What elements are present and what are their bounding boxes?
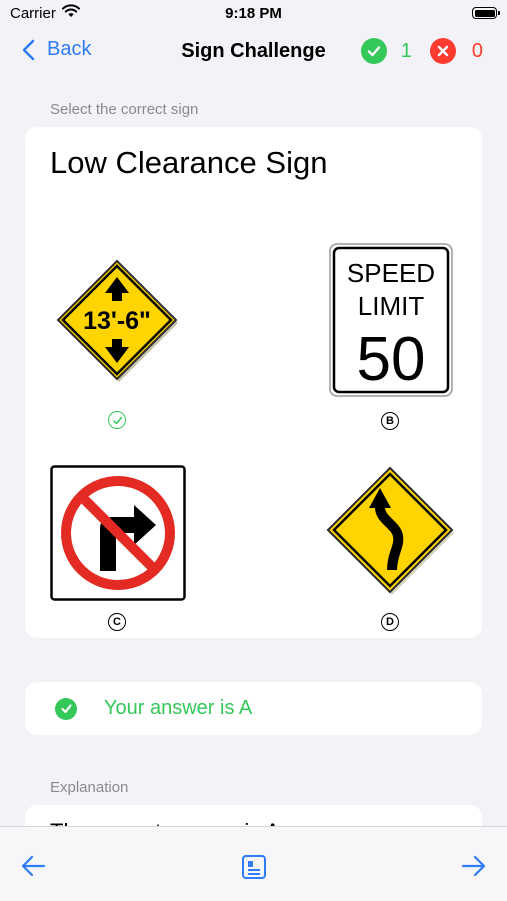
low-clearance-sign-icon: 13'-6" bbox=[56, 259, 178, 382]
navigation-bar: Back Sign Challenge 1 0 bbox=[0, 30, 507, 76]
question-title: Low Clearance Sign bbox=[50, 145, 328, 180]
option-c-no-right-turn-sign[interactable] bbox=[50, 465, 186, 606]
wrong-count: 0 bbox=[471, 39, 483, 62]
option-a-low-clearance-sign[interactable]: 13'-6" bbox=[52, 257, 182, 392]
speed-sign-line1: SPEED bbox=[347, 258, 435, 288]
option-d-marker[interactable]: D bbox=[381, 613, 399, 631]
battery-icon bbox=[472, 7, 500, 19]
correct-count: 1 bbox=[400, 39, 412, 62]
status-bar: Carrier 9:18 PM bbox=[0, 0, 507, 28]
question-card: Low Clearance Sign 13'-6" SPEED LIMIT 50… bbox=[25, 127, 482, 638]
option-c-marker[interactable]: C bbox=[108, 613, 126, 631]
check-icon bbox=[112, 416, 122, 424]
speed-sign-line2: LIMIT bbox=[358, 291, 425, 321]
previous-button[interactable] bbox=[20, 855, 46, 882]
explanation-section-label: Explanation bbox=[50, 779, 129, 796]
status-time: 9:18 PM bbox=[225, 5, 282, 22]
flashcard-icon bbox=[242, 855, 266, 879]
option-b-marker[interactable]: B bbox=[381, 412, 399, 430]
speed-limit-sign-icon: SPEED LIMIT 50 bbox=[329, 243, 453, 397]
correct-icon bbox=[360, 38, 387, 64]
chevron-left-icon bbox=[22, 39, 35, 60]
next-button[interactable] bbox=[461, 855, 487, 882]
low-clearance-sign-text: 13'-6" bbox=[83, 307, 151, 335]
answer-card: Your answer is A bbox=[25, 682, 482, 735]
question-section-label: Select the correct sign bbox=[50, 101, 199, 118]
no-right-turn-sign-icon bbox=[50, 465, 186, 601]
back-label: Back bbox=[47, 38, 92, 60]
option-b-speed-limit-sign[interactable]: SPEED LIMIT 50 bbox=[329, 243, 453, 402]
back-button[interactable]: Back bbox=[22, 38, 91, 61]
answer-text: Your answer is A bbox=[104, 697, 253, 719]
answer-correct-icon bbox=[55, 697, 77, 720]
option-a-correct-marker[interactable] bbox=[108, 411, 126, 429]
score-summary: 1 0 bbox=[360, 38, 483, 64]
speed-sign-value: 50 bbox=[357, 325, 426, 394]
option-d-winding-road-sign[interactable] bbox=[324, 466, 456, 603]
bottom-toolbar bbox=[0, 826, 507, 901]
wrong-icon bbox=[429, 38, 456, 64]
arrow-left-icon bbox=[21, 855, 46, 877]
flashcard-button[interactable] bbox=[241, 854, 267, 885]
arrow-right-icon bbox=[461, 855, 486, 877]
winding-road-sign-icon bbox=[326, 466, 454, 595]
